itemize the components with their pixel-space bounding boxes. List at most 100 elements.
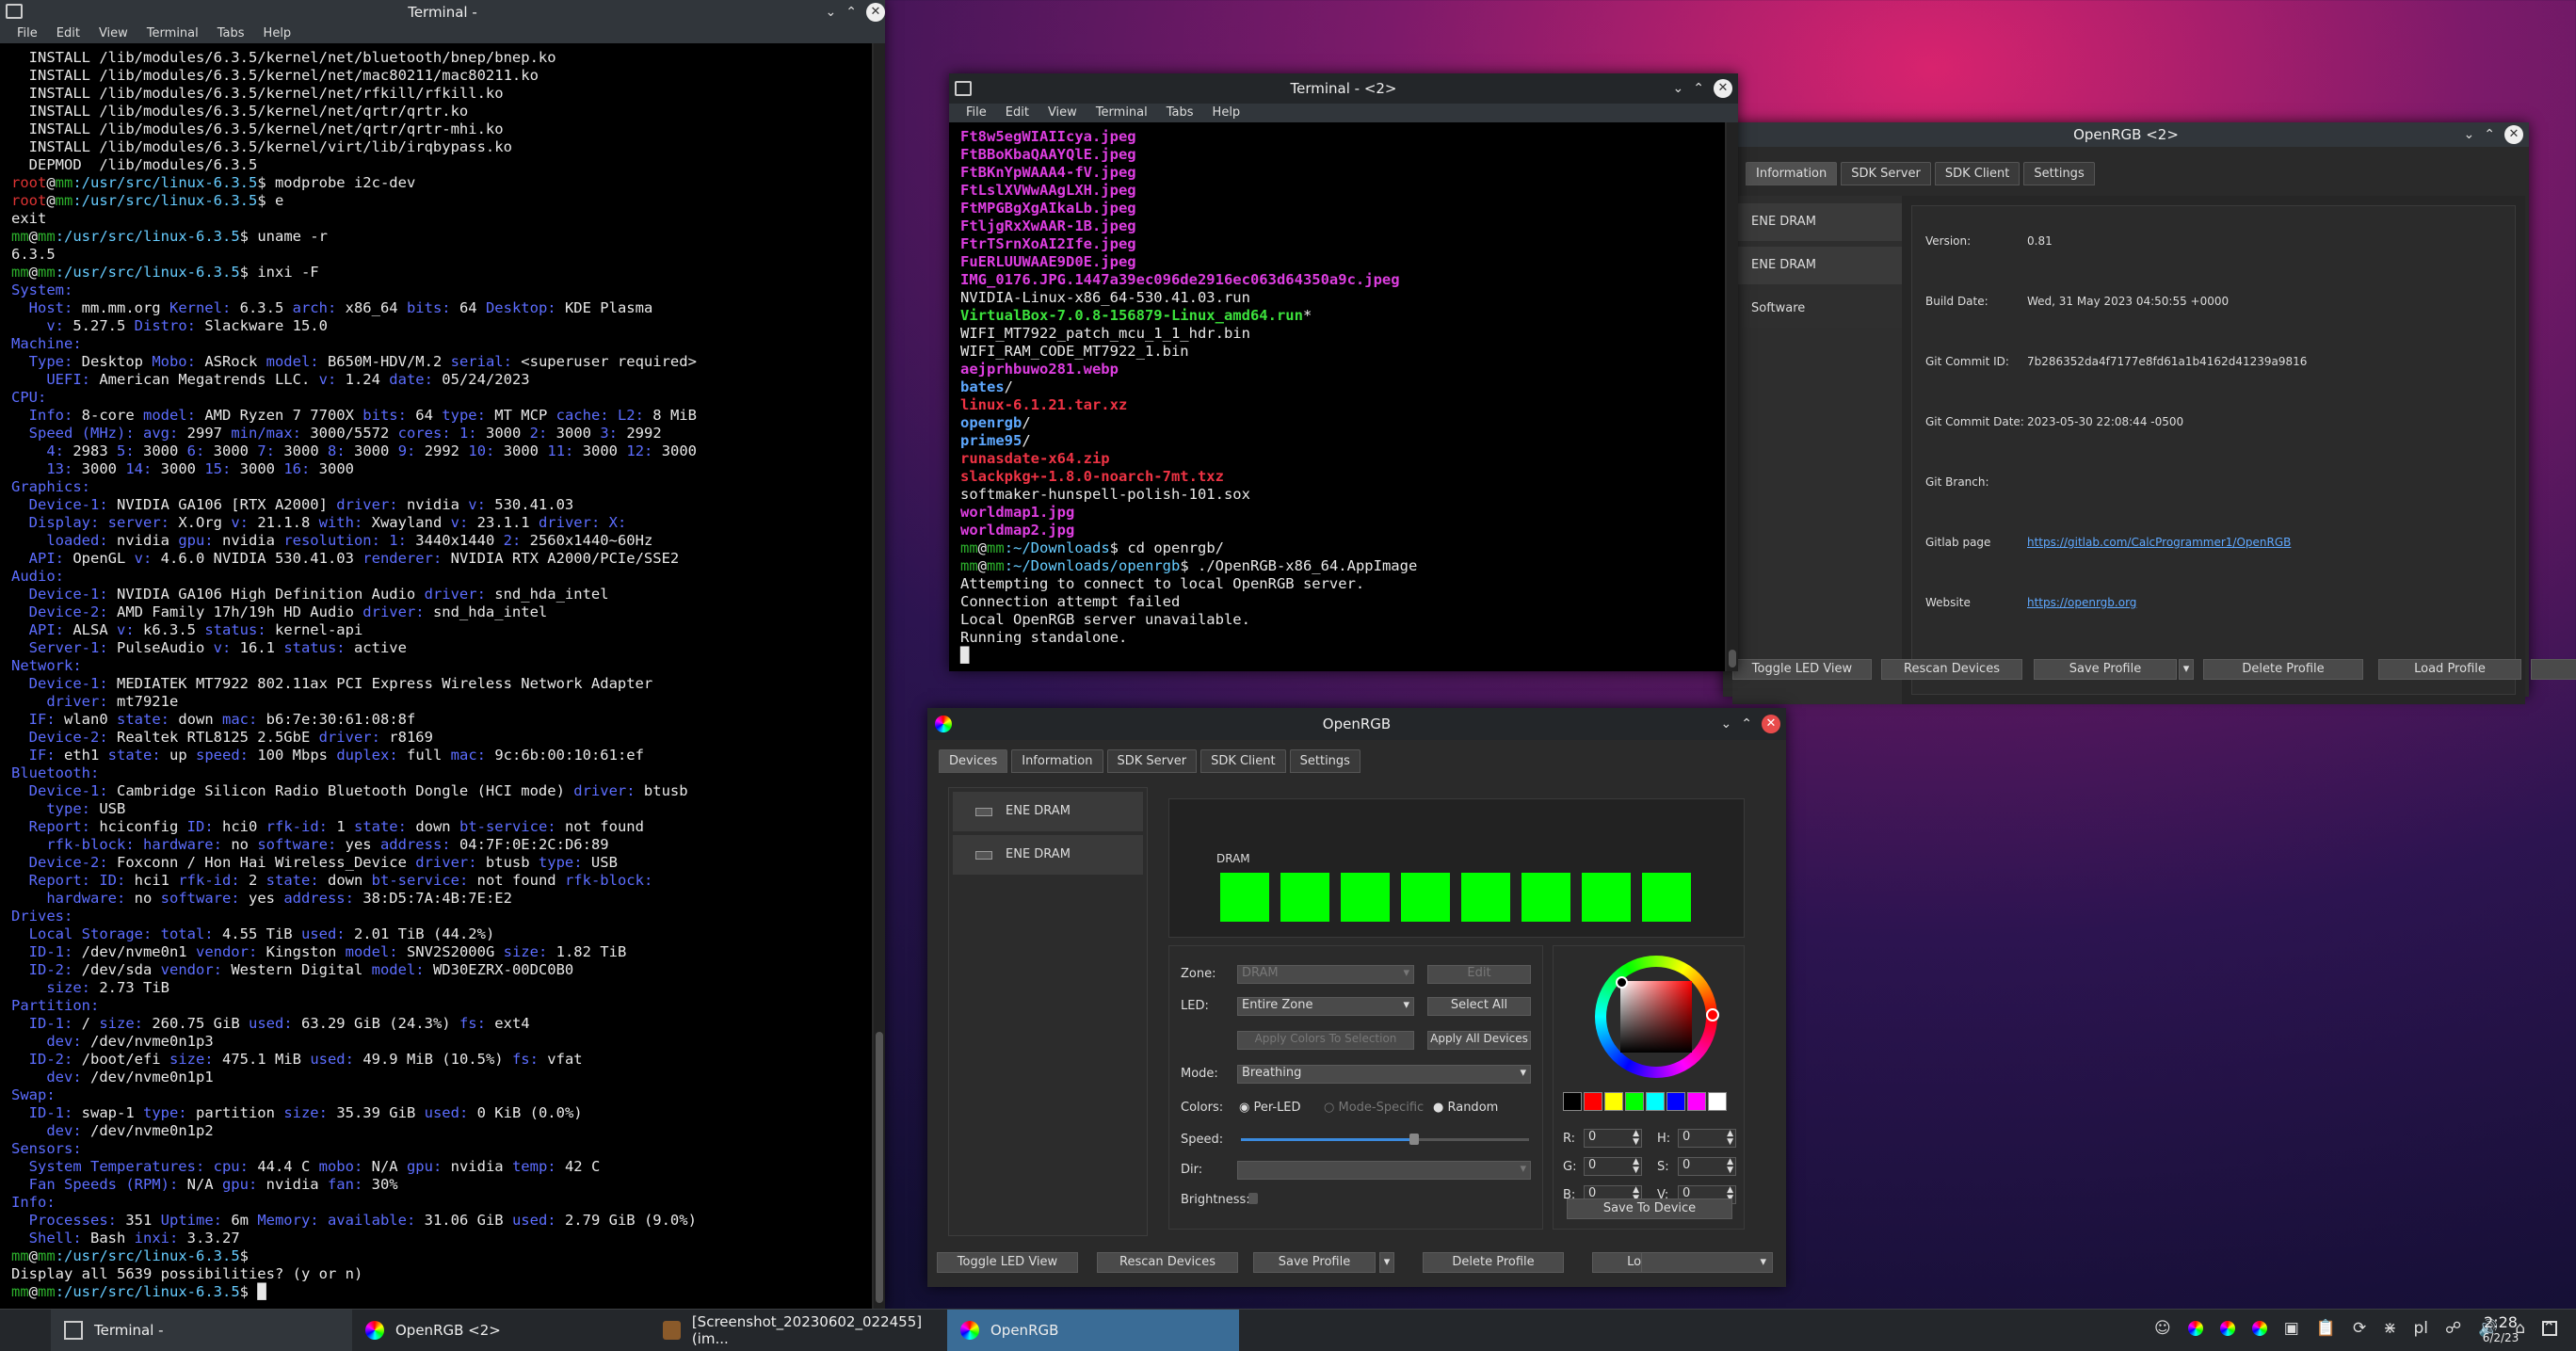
clock[interactable]: 2:28 6/2/23 (2472, 1313, 2529, 1344)
terminal-window-2[interactable]: Terminal - <2> ⌄ ⌃ ✕ File Edit View Termina… (949, 73, 1738, 671)
taskbar-task[interactable]: OpenRGB <2> (352, 1310, 650, 1351)
menu-view[interactable]: View (89, 24, 137, 43)
profile-select[interactable]: ▾ (1641, 1252, 1773, 1273)
tab-sdk-client[interactable]: SDK Client (1200, 749, 1286, 773)
led[interactable] (1642, 873, 1691, 922)
spin-arrows-icon[interactable]: ▲▼ (1633, 1158, 1639, 1175)
terminal-output[interactable]: INSTALL /lib/modules/6.3.5/kernel/net/bl… (0, 43, 872, 1309)
info-link[interactable]: https://openrgb.org (2027, 596, 2136, 609)
scrollbar[interactable] (874, 43, 885, 1309)
brightness-slider[interactable] (1248, 1193, 1258, 1204)
taskbar-task[interactable]: Terminal - (51, 1310, 352, 1351)
saturation-handle[interactable] (1616, 976, 1628, 989)
clipboard-icon[interactable]: 📋 (2316, 1319, 2336, 1338)
color-swatch[interactable] (1666, 1092, 1685, 1111)
close-icon[interactable]: ✕ (1762, 715, 1780, 733)
close-icon[interactable]: ✕ (1714, 79, 1732, 98)
spin-arrows-icon[interactable]: ▲▼ (1727, 1130, 1733, 1147)
menu-edit[interactable]: Edit (996, 104, 1038, 122)
color-swatch[interactable] (1708, 1092, 1727, 1111)
color-swatch[interactable] (1584, 1092, 1602, 1111)
color-swatch[interactable] (1687, 1092, 1706, 1111)
slider-handle[interactable] (1409, 1134, 1419, 1145)
g-spinbox[interactable]: 0 ▲ ▼ (1584, 1157, 1642, 1176)
color-wheel[interactable] (1595, 956, 1719, 1078)
menu-help[interactable]: Help (254, 24, 301, 43)
minimize-icon[interactable]: ⌄ (826, 0, 837, 24)
device-list-item[interactable]: Software (1732, 290, 1902, 328)
load-profile-button[interactable]: Load Profile (2378, 659, 2521, 680)
device-list-item[interactable]: ENE DRAM (1732, 203, 1902, 241)
save-to-device-button[interactable]: Save To Device (1567, 1198, 1732, 1219)
save-profile-menu-button[interactable]: ▾ (1379, 1252, 1394, 1273)
minimize-icon[interactable]: ⌄ (2464, 122, 2475, 147)
menu-terminal[interactable]: Terminal (1087, 104, 1157, 122)
delete-profile-button[interactable]: Delete Profile (1423, 1252, 1564, 1273)
led[interactable] (1220, 873, 1269, 922)
tab-devices[interactable]: Devices (939, 749, 1008, 773)
taskbar-task[interactable]: OpenRGB (947, 1310, 1239, 1351)
s-spinbox[interactable]: 0 ▲ ▼ (1678, 1157, 1736, 1176)
led[interactable] (1341, 873, 1390, 922)
close-icon[interactable]: ✕ (866, 3, 885, 22)
openrgb-tray-icon[interactable] (2251, 1321, 2267, 1336)
apply-all-devices-button[interactable]: Apply All Devices (1427, 1031, 1531, 1050)
color-swatch[interactable] (1563, 1092, 1582, 1111)
tab-sdk-server[interactable]: SDK Server (1106, 749, 1198, 773)
random-radio[interactable]: ● Random (1433, 1101, 1498, 1115)
title-bar[interactable]: Terminal - <2> ⌄ ⌃ ✕ (949, 73, 1738, 104)
maximize-icon[interactable]: ⌃ (2484, 122, 2495, 147)
tab-sdk-client[interactable]: SDK Client (1934, 162, 2021, 185)
screenshot-icon[interactable]: ▣ (2284, 1319, 2299, 1338)
hue-handle[interactable] (1706, 1008, 1719, 1021)
edit-button[interactable]: Edit (1427, 965, 1531, 984)
user-icon[interactable]: ☺ (2154, 1319, 2171, 1338)
openrgb-tray-icon[interactable] (2187, 1321, 2203, 1336)
profile-select[interactable]: ▾ (2531, 659, 2576, 680)
rescan-devices-button[interactable]: Rescan Devices (1097, 1252, 1238, 1273)
minimize-icon[interactable]: ⌄ (1721, 708, 1732, 740)
save-profile-button[interactable]: Save Profile (1253, 1252, 1376, 1273)
color-swatch[interactable] (1646, 1092, 1665, 1111)
scrollbar[interactable] (1727, 122, 1738, 671)
menu-edit[interactable]: Edit (47, 24, 89, 43)
maximize-icon[interactable]: ⌃ (1741, 708, 1752, 740)
tab-settings[interactable]: Settings (2023, 162, 2095, 185)
info-link[interactable]: https://gitlab.com/CalcProgrammer1/OpenR… (2027, 536, 2291, 549)
title-bar[interactable]: Terminal - ⌄ ⌃ ✕ (0, 0, 885, 24)
h-spinbox[interactable]: 0 ▲ ▼ (1678, 1129, 1736, 1148)
spin-arrows-icon[interactable]: ▲▼ (1727, 1158, 1733, 1175)
network-icon[interactable]: ☍ (2445, 1319, 2461, 1338)
title-bar[interactable]: OpenRGB ⌄ ⌃ ✕ (927, 708, 1786, 740)
openrgb-window[interactable]: OpenRGB ⌄ ⌃ ✕ Devices Information SDK Serv… (927, 708, 1786, 1287)
menu-help[interactable]: Help (1203, 104, 1250, 122)
terminal-window-1[interactable]: Terminal - ⌄ ⌃ ✕ File Edit View Terminal Tab… (0, 0, 885, 1309)
toggle-led-view-button[interactable]: Toggle LED View (937, 1252, 1078, 1273)
color-swatch[interactable] (1625, 1092, 1644, 1111)
menu-tabs[interactable]: Tabs (1157, 104, 1203, 122)
spin-arrows-icon[interactable]: ▲▼ (1633, 1130, 1639, 1147)
toggle-led-view-button[interactable]: Toggle LED View (1732, 659, 1872, 680)
tab-sdk-server[interactable]: SDK Server (1841, 162, 1931, 185)
device-list-item[interactable]: ENE DRAM (1732, 247, 1902, 284)
apply-selection-button[interactable]: Apply Colors To Selection (1237, 1031, 1414, 1050)
mode-select[interactable]: Breathing ▾ (1237, 1065, 1531, 1084)
color-square[interactable] (1620, 981, 1692, 1053)
bluetooth-icon[interactable]: ⋇ (2383, 1319, 2396, 1338)
close-icon[interactable]: ✕ (2504, 125, 2523, 144)
led[interactable] (1582, 873, 1631, 922)
tab-information[interactable]: Information (1011, 749, 1103, 773)
led[interactable] (1401, 873, 1450, 922)
device-list-item[interactable]: ENE DRAM (953, 835, 1143, 875)
save-profile-button[interactable]: Save Profile (2034, 659, 2177, 680)
maximize-icon[interactable]: ⌃ (1693, 73, 1704, 104)
keyboard-layout[interactable]: pl (2413, 1319, 2428, 1338)
menu-file[interactable]: File (8, 24, 47, 43)
menu-terminal[interactable]: Terminal (137, 24, 208, 43)
led-select[interactable]: Entire Zone ▾ (1237, 997, 1414, 1016)
device-list-item[interactable]: ENE DRAM (953, 792, 1143, 831)
openrgb-tray-icon[interactable] (2219, 1321, 2235, 1336)
speed-slider[interactable] (1241, 1134, 1529, 1145)
show-desktop-button[interactable] (2542, 1321, 2557, 1336)
delete-profile-button[interactable]: Delete Profile (2203, 659, 2363, 680)
